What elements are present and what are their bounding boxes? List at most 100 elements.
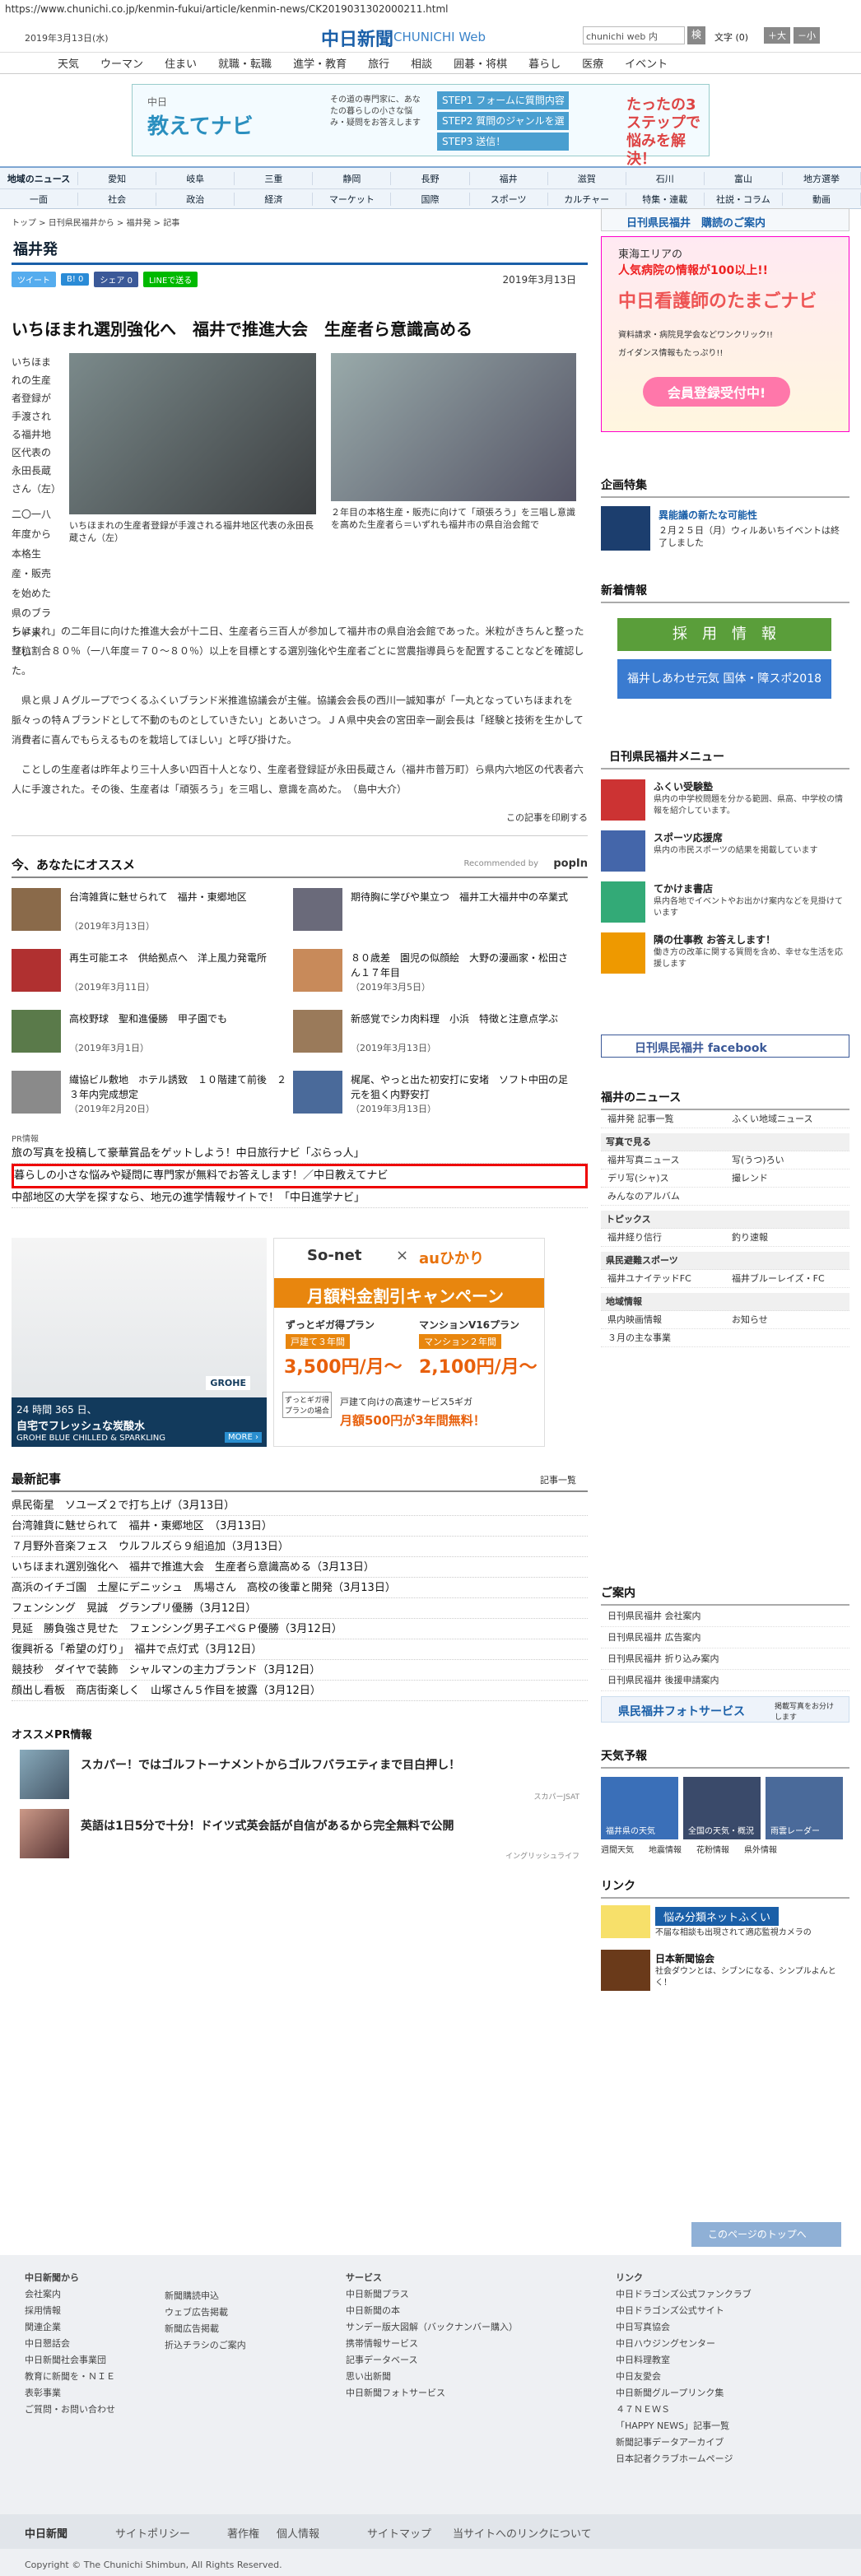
recommend-title[interactable]: 期待胸に学びや巣立つ 福井工大福井中の卒業式 <box>351 890 573 904</box>
nav-region-item[interactable]: 福井 <box>470 171 548 185</box>
subscribe-link[interactable]: 日刊県民福井 購読のご案内 <box>626 214 766 230</box>
nav-region-item[interactable]: 愛知 <box>78 171 157 185</box>
footer-link[interactable]: 採用情報 <box>25 2303 115 2319</box>
catnav-item[interactable]: 就職・転職 <box>218 55 272 71</box>
photo-service-box[interactable]: 県民福井フォトサービス 掲載写真をお分けします <box>601 1696 849 1723</box>
catnav-item[interactable]: 住まい <box>165 55 197 71</box>
annai-link[interactable]: 日刊県民福井 折り込み案内 <box>601 1648 849 1670</box>
hatena-button[interactable]: B! 0 <box>61 272 90 286</box>
weather-link[interactable]: 週間天気 <box>601 1843 634 1855</box>
opr-thumb-1[interactable] <box>20 1750 69 1799</box>
footer-bar-link[interactable]: 当サイトへのリンクについて <box>453 2525 592 2541</box>
facebook-box[interactable]: 日刊県民福井 facebook <box>601 1035 849 1058</box>
kikaku-title[interactable]: 異能議の新たな可能性 <box>659 508 757 522</box>
latest-item[interactable]: 県民衛星 ソユーズ２で打ち上げ（3月13日） <box>12 1495 588 1516</box>
nav-genre-item[interactable]: 政治 <box>156 193 235 206</box>
nav-region-item[interactable]: 静岡 <box>313 171 392 185</box>
recommend-title[interactable]: ８０歳差 園児の似顔絵 大野の漫画家・松田さん１７年目 <box>351 951 573 980</box>
footer-link[interactable]: 表彰事業 <box>25 2385 115 2402</box>
footer-link[interactable]: 中日友愛会 <box>616 2369 752 2385</box>
search-button[interactable]: 検 <box>687 26 705 44</box>
footer-bar-link[interactable]: サイトポリシー <box>115 2525 190 2541</box>
footer-bar-link[interactable]: 中日新聞 <box>25 2525 67 2541</box>
footer-link[interactable]: 「HAPPY NEWS」記事一覧 <box>616 2418 752 2434</box>
recommend-item[interactable]: 再生可能エネ 供給拠点へ 洋上風力発電所 （2019年3月11日） <box>12 949 291 998</box>
latest-item[interactable]: 高浜のイチゴ園 土屋にデニッシュ 馬場さん 高校の後輩と開発（3月13日） <box>12 1578 588 1598</box>
menu-title[interactable]: てかけま書店 <box>654 881 713 895</box>
footer-link[interactable]: 中日新聞の本 <box>346 2303 518 2319</box>
menu-thumb[interactable] <box>601 881 645 923</box>
footer-link[interactable]: 中日懇話会 <box>25 2336 115 2352</box>
recommend-title[interactable]: 再生可能エネ 供給拠点へ 洋上風力発電所 <box>69 951 291 965</box>
link1-title[interactable]: 悩み分類ネットふくい <box>655 1907 780 1926</box>
latest-item[interactable]: 復興祈る「希望の灯り」 福井で点灯式（3月12日） <box>12 1639 588 1660</box>
footer-link[interactable]: 中日新聞フォトサービス <box>346 2385 518 2402</box>
grohe-more-button[interactable]: MORE › <box>225 1432 262 1443</box>
site-logo-sub[interactable]: CHUNICHI Web <box>393 30 486 44</box>
recommend-thumb[interactable] <box>12 1010 61 1053</box>
news-link[interactable]: ３月の主な事業 <box>601 1329 849 1346</box>
article-photo-2[interactable] <box>331 353 576 501</box>
pr-link-3[interactable]: 中部地区の大学を探すなら、地元の進学情報サイトで！「中日進学ナビ」 <box>12 1188 588 1208</box>
latest-item[interactable]: 台湾雑貨に魅せられて 福井・東郷地区 （3月13日） <box>12 1516 588 1537</box>
kikaku-thumb[interactable] <box>601 506 650 551</box>
weather-link[interactable]: 花粉情報 <box>696 1843 729 1855</box>
url-bar[interactable]: https://www.chunichi.co.jp/kenmin-fukui/… <box>0 0 861 18</box>
nav-genre-item[interactable]: 一面 <box>0 193 79 206</box>
tweet-button[interactable]: ツイート <box>12 271 56 287</box>
recommend-item[interactable]: 期待胸に学びや巣立つ 福井工大福井中の卒業式 <box>293 888 573 937</box>
weather-tile[interactable]: 雨雲レーダー <box>766 1777 843 1839</box>
recommend-title[interactable]: 梶尾、やっと出た初安打に安堵 ソフト中田の足元を狙く内野安打 <box>351 1072 573 1102</box>
recommend-item[interactable]: 高校野球 聖和進優勝 甲子園でも （2019年3月1日） <box>12 1010 291 1059</box>
menu-title[interactable]: スポーツ応援席 <box>654 830 723 844</box>
recommend-item[interactable]: 新感覚でシカ肉料理 小浜 特徴と注意点学ぶ （2019年3月13日） <box>293 1010 573 1059</box>
weather-link[interactable]: 県外情報 <box>744 1843 777 1855</box>
news-link[interactable]: 写(うつ)ろい <box>725 1151 849 1169</box>
nav-region-item[interactable]: 長野 <box>391 171 470 185</box>
news-link[interactable]: 福井ユナイテッドFC <box>601 1270 725 1287</box>
font-bigger-button[interactable]: ＋大 <box>764 27 790 44</box>
nurse-register-button[interactable]: 会員登録受付中! <box>643 377 791 407</box>
footer-link[interactable]: 新聞購読申込 <box>165 2288 246 2304</box>
catnav-item[interactable]: 進学・教育 <box>293 55 347 71</box>
pr-link-1[interactable]: 旅の写真を投稿して豪華賞品をゲットしよう！中日旅行ナビ「ぶらっ人」 <box>12 1144 588 1164</box>
recommend-thumb[interactable] <box>293 1071 342 1114</box>
site-logo[interactable]: 中日新聞 <box>321 25 393 51</box>
news-link[interactable]: みんなのアルバム <box>601 1188 849 1205</box>
catnav-item[interactable]: イベント <box>625 55 668 71</box>
footer-link[interactable]: 携帯情報サービス <box>346 2336 518 2352</box>
menu-thumb[interactable] <box>601 932 645 974</box>
font-smaller-button[interactable]: －小 <box>794 27 820 44</box>
recommend-thumb[interactable] <box>12 949 61 992</box>
nav-genre-item[interactable]: 国際 <box>391 193 470 206</box>
annai-link[interactable]: 日刊県民福井 広告案内 <box>601 1627 849 1648</box>
recommend-title[interactable]: 台湾雑貨に魅せられて 福井・東郷地区 <box>69 890 291 904</box>
menu-thumb[interactable] <box>601 779 645 821</box>
recommend-item[interactable]: 台湾雑貨に魅せられて 福井・東郷地区 （2019年3月13日） <box>12 888 291 937</box>
news-link[interactable]: 県内映画情報 <box>601 1311 725 1328</box>
footer-link[interactable]: 記事データベース <box>346 2352 518 2369</box>
footer-link[interactable]: 中日ドラゴンズ公式サイト <box>616 2303 752 2319</box>
latest-item[interactable]: 顔出し看板 商店街楽しく 山塚さん５作目を披露（3月12日） <box>12 1681 588 1701</box>
footer-link[interactable]: サンデー版大図解（バックナンバー購入） <box>346 2319 518 2336</box>
news-link[interactable]: 福井経り信行 <box>601 1229 725 1246</box>
link2-title[interactable]: 日本新聞協会 <box>655 1951 714 1965</box>
nav-genre-item[interactable]: スポーツ <box>470 193 548 206</box>
footer-link[interactable]: 中日新聞グループリンク集 <box>616 2385 752 2402</box>
recommend-title[interactable]: 繊協ビル敷地 ホテル誘致 １０階建て前後 ２３年内完成想定 <box>69 1072 291 1102</box>
footer-bar-link[interactable]: サイトマップ <box>367 2525 431 2541</box>
recommend-item[interactable]: 梶尾、やっと出た初安打に安堵 ソフト中田の足元を狙く内野安打 （2019年3月13… <box>293 1071 573 1120</box>
oshiete-navi-banner[interactable]: 中日 教えてナビ その道の専門家に、あなたの暮らしの小さな悩み・疑問をお答えしま… <box>0 74 861 168</box>
footer-bar-link[interactable]: 個人情報 <box>277 2525 319 2541</box>
footer-link[interactable]: ご質問・お問い合わせ <box>25 2402 115 2418</box>
search-input[interactable]: chunichi web 内 <box>583 26 685 44</box>
recommend-thumb[interactable] <box>293 888 342 931</box>
saiyo-banner[interactable]: 採 用 情 報 <box>617 618 831 651</box>
news-link[interactable]: 福井写真ニュース <box>601 1151 725 1169</box>
nav-genre-item[interactable]: 経済 <box>235 193 314 206</box>
nav-region-item[interactable]: 滋賀 <box>548 171 626 185</box>
annai-link[interactable]: 日刊県民福井 会社案内 <box>601 1606 849 1627</box>
news-link[interactable]: 釣り速報 <box>725 1229 849 1246</box>
link2-thumb[interactable] <box>601 1950 650 1991</box>
kokutai-banner[interactable]: 福井しあわせ元気 国体・障スポ2018 <box>617 659 831 699</box>
